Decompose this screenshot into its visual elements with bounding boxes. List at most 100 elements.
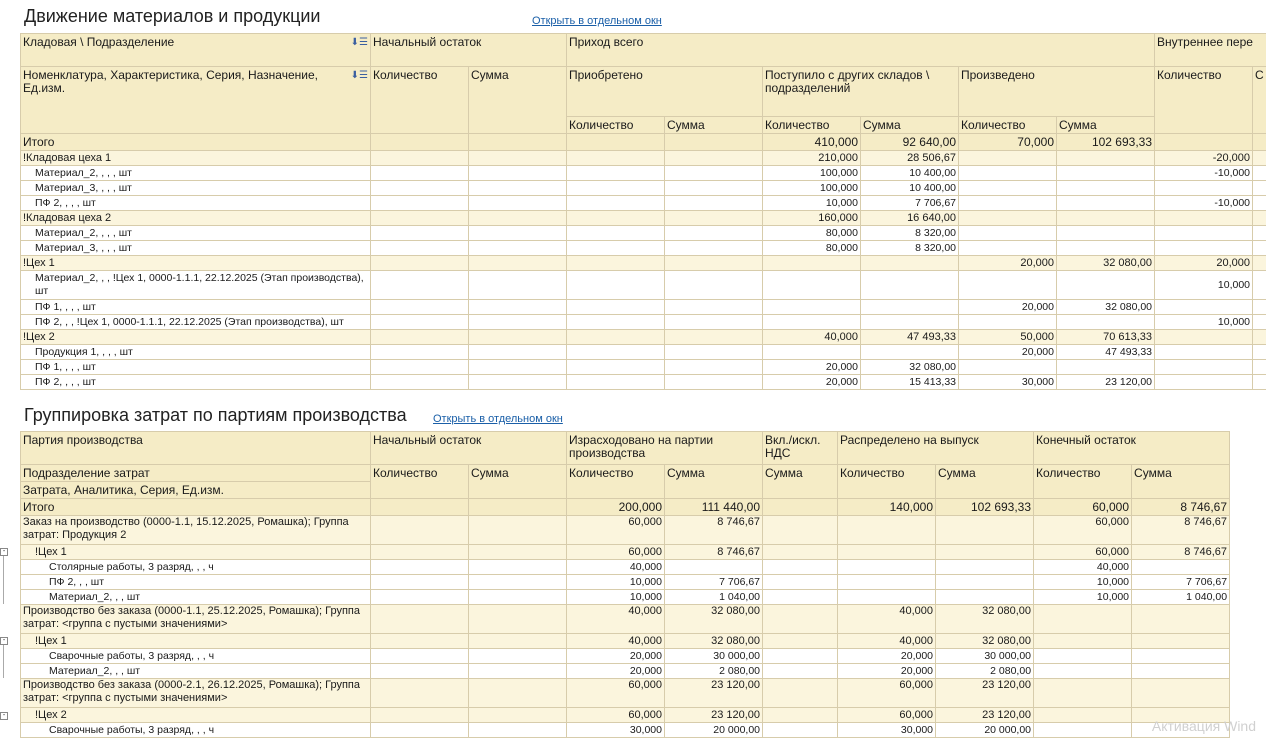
opening-sum xyxy=(469,545,567,560)
group-row[interactable]: !Цех 240,00047 493,3350,00070 613,33 xyxy=(21,330,1266,345)
dist-qty: 30,000 xyxy=(838,723,936,738)
table-row[interactable]: Сварочные работы, 3 разряд, , , ч30,0002… xyxy=(21,723,1230,738)
group-row[interactable]: !Кладовая цеха 2160,00016 640,00 xyxy=(21,211,1266,226)
opening-sum xyxy=(469,708,567,723)
purchased-qty xyxy=(567,300,665,315)
table-row[interactable]: ПФ 1, , , , шт20,00032 080,00 xyxy=(21,360,1266,375)
group-row[interactable]: !Цех 260,00023 120,0060,00023 120,00 xyxy=(21,708,1230,723)
header-produced-qty: Количество xyxy=(959,117,1057,134)
closing-sum: 8 746,67 xyxy=(1132,545,1230,560)
total-dist-sum: 102 693,33 xyxy=(936,499,1034,516)
table-row[interactable]: Сварочные работы, 3 разряд, , , ч20,0003… xyxy=(21,649,1230,664)
from-qty xyxy=(763,256,861,271)
group-row[interactable]: Заказ на производство (0000-1.1, 15.12.2… xyxy=(21,516,1230,545)
internal-qty xyxy=(1155,375,1253,390)
section1-open-link[interactable]: Открыть в отдельном окн xyxy=(532,15,662,27)
from-qty: 80,000 xyxy=(763,241,861,256)
total-from-sum: 92 640,00 xyxy=(861,134,959,151)
produced-qty xyxy=(959,211,1057,226)
header-closing-sum: Сумма xyxy=(1132,465,1230,499)
header-internal: Внутреннее пере xyxy=(1155,34,1266,67)
group-row[interactable]: !Кладовая цеха 1210,00028 506,67-20,000 xyxy=(21,151,1266,166)
closing-qty: 40,000 xyxy=(1034,560,1132,575)
header-cost[interactable]: Затрата, Аналитика, Серия, Ед.изм. xyxy=(21,482,371,499)
from-qty: 10,000 xyxy=(763,196,861,211)
collapse-toggle-icon[interactable]: - xyxy=(0,548,8,556)
internal-qty xyxy=(1155,241,1253,256)
header-dept[interactable]: Подразделение затрат xyxy=(21,465,371,482)
produced-qty xyxy=(959,151,1057,166)
internal-qty: 10,000 xyxy=(1155,271,1253,300)
row-label: Столярные работы, 3 разряд, , , ч xyxy=(21,560,371,575)
internal-qty xyxy=(1155,300,1253,315)
section2-open-link[interactable]: Открыть в отдельном окн xyxy=(433,413,563,425)
table-row[interactable]: Материал_2, , , , шт100,00010 400,00-10,… xyxy=(21,166,1266,181)
sort-icon[interactable]: ⬇☰ xyxy=(351,69,368,82)
header-item-dim[interactable]: ⬇☰Номенклатура, Характеристика, Серия, Н… xyxy=(21,67,371,134)
group-row[interactable]: !Цех 160,0008 746,6760,0008 746,67 xyxy=(21,545,1230,560)
table-row[interactable]: ПФ 2, , , , шт20,00015 413,3330,00023 12… xyxy=(21,375,1266,390)
row-label: Продукция 1, , , , шт xyxy=(21,345,371,360)
table-row[interactable]: Столярные работы, 3 разряд, , , ч40,0004… xyxy=(21,560,1230,575)
closing-qty xyxy=(1034,723,1132,738)
table-row[interactable]: ПФ 2, , , , шт10,0007 706,67-10,000 xyxy=(21,196,1266,211)
produced-qty xyxy=(959,226,1057,241)
closing-qty: 10,000 xyxy=(1034,575,1132,590)
header-batch[interactable]: Партия производства xyxy=(21,432,371,465)
spent-qty: 60,000 xyxy=(567,679,665,708)
purchased-qty xyxy=(567,241,665,256)
row-label: Заказ на производство (0000-1.1, 15.12.2… xyxy=(21,516,371,545)
group-row[interactable]: Производство без заказа (0000-1.1, 25.12… xyxy=(21,605,1230,634)
row-label: Материал_2, , , шт xyxy=(21,590,371,605)
header-closing-qty: Количество xyxy=(1034,465,1132,499)
table-row[interactable]: ПФ 2, , , !Цех 1, 0000-1.1.1, 22.12.2025… xyxy=(21,315,1266,330)
purchased-qty xyxy=(567,166,665,181)
purchased-sum xyxy=(665,300,763,315)
header-group-dim[interactable]: Кладовая \ Подразделение⬇☰ xyxy=(21,34,371,67)
vat-sum xyxy=(763,605,838,634)
produced-sum: 32 080,00 xyxy=(1057,300,1155,315)
opening-sum xyxy=(469,271,567,300)
table-row[interactable]: Материал_2, , , шт20,0002 080,0020,0002 … xyxy=(21,664,1230,679)
table-row[interactable]: ПФ 2, , , шт10,0007 706,6710,0007 706,67 xyxy=(21,575,1230,590)
vat-sum xyxy=(763,560,838,575)
header-opening-qty: Количество xyxy=(371,465,469,499)
group-row[interactable]: !Цех 140,00032 080,0040,00032 080,00 xyxy=(21,634,1230,649)
collapse-toggle-icon[interactable]: - xyxy=(0,637,8,645)
row-label: ПФ 2, , , шт xyxy=(21,575,371,590)
purchased-sum xyxy=(665,345,763,360)
table-row[interactable]: Материал_3, , , , шт80,0008 320,00 xyxy=(21,241,1266,256)
vat-sum xyxy=(763,575,838,590)
table-row[interactable]: Материал_3, , , , шт100,00010 400,00 xyxy=(21,181,1266,196)
row-label: !Цех 2 xyxy=(21,708,371,723)
internal-qty xyxy=(1155,211,1253,226)
from-sum xyxy=(861,315,959,330)
sort-icon[interactable]: ⬇☰ xyxy=(351,36,368,49)
table-row[interactable]: Продукция 1, , , , шт20,00047 493,33 xyxy=(21,345,1266,360)
dist-sum: 2 080,00 xyxy=(936,664,1034,679)
spent-qty: 30,000 xyxy=(567,723,665,738)
row-label: ПФ 2, , , , шт xyxy=(21,375,371,390)
closing-sum: 1 040,00 xyxy=(1132,590,1230,605)
opening-sum xyxy=(469,345,567,360)
from-qty: 20,000 xyxy=(763,375,861,390)
total-row: Итого 410,000 92 640,00 70,000 102 693,3… xyxy=(21,134,1266,151)
group-row[interactable]: !Цех 120,00032 080,0020,000 xyxy=(21,256,1266,271)
table-row[interactable]: Материал_2, , , !Цех 1, 0000-1.1.1, 22.1… xyxy=(21,271,1266,300)
dist-qty: 40,000 xyxy=(838,634,936,649)
from-qty xyxy=(763,345,861,360)
opening-qty xyxy=(371,605,469,634)
dist-qty xyxy=(838,560,936,575)
from-qty: 20,000 xyxy=(763,360,861,375)
table-row[interactable]: Материал_2, , , шт10,0001 040,0010,0001 … xyxy=(21,590,1230,605)
spent-qty: 10,000 xyxy=(567,575,665,590)
table-row[interactable]: Материал_2, , , , шт80,0008 320,00 xyxy=(21,226,1266,241)
spent-sum: 2 080,00 xyxy=(665,664,763,679)
closing-sum: 8 746,67 xyxy=(1132,516,1230,545)
group-row[interactable]: Производство без заказа (0000-2.1, 26.12… xyxy=(21,679,1230,708)
opening-qty xyxy=(371,679,469,708)
opening-sum xyxy=(469,723,567,738)
table-row[interactable]: ПФ 1, , , , шт20,00032 080,00 xyxy=(21,300,1266,315)
opening-sum xyxy=(469,211,567,226)
collapse-toggle-icon[interactable]: - xyxy=(0,712,8,720)
